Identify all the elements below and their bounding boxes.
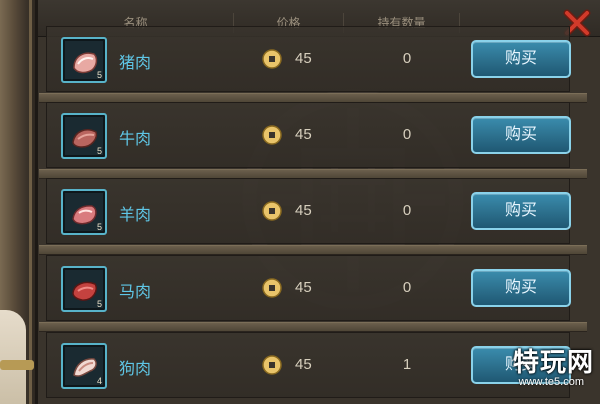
item-name: 牛肉	[119, 131, 152, 148]
owned-count: 1	[402, 356, 412, 373]
item-slot[interactable]: 4	[61, 343, 107, 389]
watermark: 特玩网 www.te5.com	[494, 342, 594, 400]
item-name: 羊肉	[119, 207, 152, 224]
item-slot[interactable]: 5	[61, 37, 107, 83]
item-stack-count: 5	[96, 299, 102, 309]
beef-icon	[72, 129, 98, 148]
buy-button[interactable]: 购买	[471, 116, 571, 154]
owned-count: 0	[402, 202, 412, 219]
item-price: 45	[295, 356, 312, 373]
coin-icon	[262, 49, 282, 69]
shop-panel: 名称 价格 持有数量 5 猪肉 45 0 购买 5 牛肉 45 0 购买 5 羊…	[38, 0, 600, 404]
coin-icon	[262, 355, 282, 375]
coin-icon	[262, 278, 282, 298]
owned-count: 0	[402, 50, 412, 67]
item-price: 45	[295, 279, 312, 296]
left-decor-frame	[0, 0, 38, 404]
coin-icon	[262, 125, 282, 145]
shop-row: 5 马肉 45 0 购买	[39, 255, 587, 332]
watermark-url: www.te5.com	[518, 376, 584, 388]
horse-meat-icon	[72, 281, 97, 301]
character-robe-decor	[0, 310, 26, 404]
shop-row: 4 狗肉 45 1 购买	[46, 332, 571, 398]
dog-meat-icon	[73, 358, 97, 377]
watermark-logo-text: 特玩网	[512, 347, 594, 377]
shop-row: 5 羊肉 45 0 购买	[39, 178, 587, 255]
item-name: 马肉	[119, 284, 152, 301]
item-stack-count: 5	[96, 222, 102, 232]
buy-button[interactable]: 购买	[471, 269, 571, 307]
owned-count: 0	[402, 126, 412, 143]
buy-button[interactable]: 购买	[471, 40, 571, 78]
item-stack-count: 5	[96, 70, 102, 80]
owned-count: 0	[402, 279, 412, 296]
coin-icon	[262, 201, 282, 221]
item-stack-count: 5	[96, 146, 102, 156]
item-stack-count: 4	[96, 376, 102, 386]
item-price: 45	[295, 50, 312, 67]
row-divider	[39, 245, 587, 255]
row-divider	[39, 322, 587, 332]
item-slot[interactable]: 5	[61, 113, 107, 159]
item-name: 猪肉	[119, 55, 152, 72]
item-slot[interactable]: 5	[61, 266, 107, 312]
pork-icon	[73, 52, 98, 74]
mutton-icon	[72, 205, 97, 225]
shop-row: 5 牛肉 45 0 购买	[39, 102, 587, 179]
item-name: 狗肉	[119, 361, 152, 378]
buy-button[interactable]: 购买	[471, 192, 571, 230]
gold-ornament-decor	[0, 360, 34, 370]
frame-trim	[29, 0, 32, 404]
item-price: 45	[295, 202, 312, 219]
item-price: 45	[295, 126, 312, 143]
item-slot[interactable]: 5	[61, 189, 107, 235]
shop-row: 5 猪肉 45 0 购买	[39, 26, 587, 103]
